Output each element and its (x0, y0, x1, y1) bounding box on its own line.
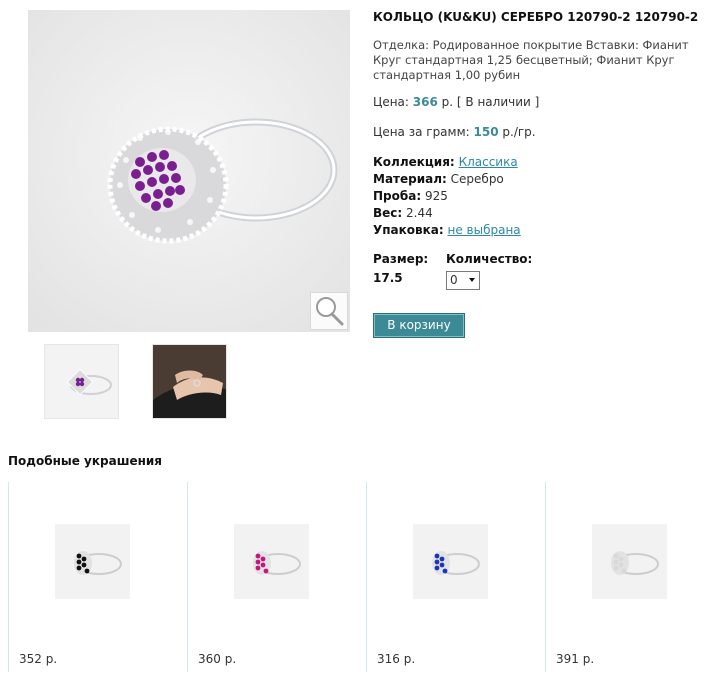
size-value: 17.5 (373, 271, 403, 285)
collection-link[interactable]: Классика (459, 155, 518, 169)
property-proba: Проба: 925 (373, 188, 521, 205)
price-per-gram-value: 150 (473, 125, 499, 139)
proba-label: Проба: (373, 189, 422, 203)
price-per-gram-line: Цена за грамм: 150 р./гр. (373, 125, 536, 139)
similar-item-image[interactable] (592, 524, 667, 599)
ring-thumbnail-image (234, 524, 309, 599)
price-value: 366 (412, 95, 438, 109)
magnifier-icon (316, 297, 344, 326)
similar-item-image[interactable] (55, 524, 130, 599)
similar-item-card[interactable]: 360 р. (187, 482, 366, 672)
similar-item-price: 352 р. (19, 652, 58, 666)
product-title: КОЛЬЦО (KU&KU) СЕРЕБРО 120790-2 120790-2 (373, 10, 699, 24)
weight-value: 2.44 (406, 206, 433, 220)
weight-label: Вес: (373, 206, 403, 220)
ring-thumbnail-image (45, 345, 118, 418)
price-per-gram-label: Цена за грамм: (373, 125, 470, 139)
ring-illustration (28, 10, 350, 332)
dropdown-caret-icon (469, 278, 475, 282)
similar-item-card[interactable]: 352 р. (8, 482, 187, 672)
product-properties: Коллекция: Классика Материал: Серебро Пр… (373, 154, 521, 239)
property-material: Материал: Серебро (373, 171, 521, 188)
material-value: Серебро (450, 172, 504, 186)
ring-thumbnail-image (55, 524, 130, 599)
thumbnail-on-hand[interactable] (152, 344, 227, 419)
property-collection: Коллекция: Классика (373, 154, 521, 171)
property-weight: Вес: 2.44 (373, 205, 521, 222)
product-main-image[interactable] (28, 10, 350, 332)
thumbnail-ring[interactable] (44, 344, 119, 419)
price-label: Цена: (373, 95, 409, 109)
packaging-label: Упаковка: (373, 223, 444, 237)
similar-items-heading: Подобные украшения (8, 454, 163, 468)
similar-item-card[interactable]: 391 р. (545, 482, 714, 672)
similar-item-card[interactable]: 316 р. (366, 482, 545, 672)
price-per-gram-unit: р./гр. (502, 125, 536, 139)
price-line: Цена: 366 р. [ В наличии ] (373, 95, 539, 109)
material-label: Материал: (373, 172, 447, 186)
similar-item-price: 391 р. (556, 652, 595, 666)
quantity-select[interactable]: 0 (446, 271, 480, 290)
similar-item-price: 316 р. (377, 652, 416, 666)
quantity-selected-value: 0 (450, 273, 458, 287)
hand-thumbnail-image (153, 345, 226, 418)
similar-item-image[interactable] (234, 524, 309, 599)
zoom-button[interactable] (310, 292, 348, 330)
add-to-cart-button[interactable]: В корзину (373, 313, 465, 338)
price-availability: р. [ В наличии ] (441, 95, 540, 109)
similar-item-image[interactable] (413, 524, 488, 599)
ring-thumbnail-image (413, 524, 488, 599)
product-description: Отделка: Родированное покрытие Вставки: … (373, 38, 689, 82)
property-packaging: Упаковка: не выбрана (373, 222, 521, 239)
ring-thumbnail-image (592, 524, 667, 599)
collection-label: Коллекция: (373, 155, 455, 169)
size-label: Размер: (373, 252, 429, 266)
packaging-link[interactable]: не выбрана (448, 223, 521, 237)
quantity-label: Количество: (446, 252, 533, 266)
proba-value: 925 (424, 189, 448, 203)
similar-item-price: 360 р. (198, 652, 237, 666)
